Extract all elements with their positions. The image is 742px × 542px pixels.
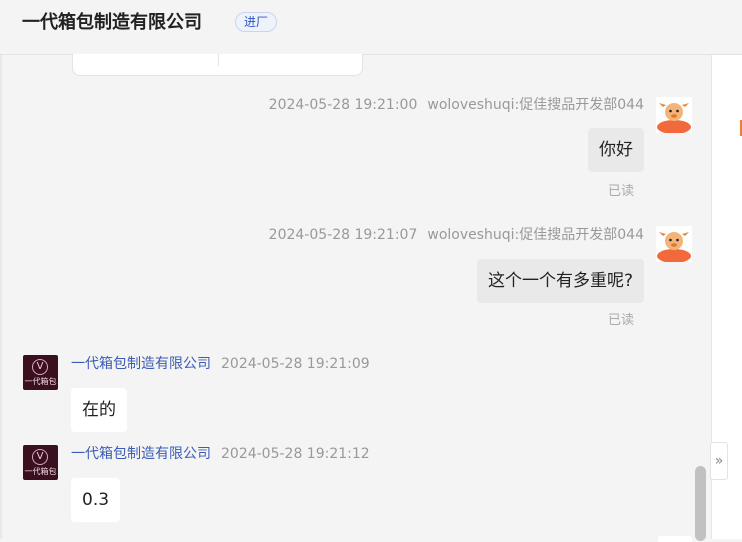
message-bubble[interactable]: 这个一个有多重呢? (476, 259, 644, 303)
partial-avatar (658, 536, 692, 542)
message-timestamp: 2024-05-28 19:21:00 (268, 97, 418, 113)
message-sender[interactable]: 一代箱包制造有限公司 (71, 446, 211, 462)
company-avatar-label: 一代箱包 (24, 467, 57, 476)
company-avatar: V 一代箱包 (23, 355, 58, 390)
scrollbar-thumb[interactable] (695, 466, 706, 541)
read-status: 已读 (607, 313, 634, 328)
message-bubble[interactable]: 你好 (588, 128, 644, 172)
message-bubble[interactable]: 在的 (71, 388, 127, 432)
logo-glyph: V (36, 361, 44, 372)
message-meta: 2024-05-28 19:21:00 woloveshuqi:促佳搜品开发部04… (269, 96, 644, 114)
chat-header: 一代箱包制造有限公司 进厂 (0, 0, 742, 55)
user-avatar (656, 97, 692, 133)
message-sender: woloveshuqi:促佳搜品开发部044 (427, 97, 644, 113)
user-avatar (656, 226, 692, 262)
message-meta: 一代箱包制造有限公司 2024-05-28 19:21:09 (71, 355, 370, 373)
message-meta: 一代箱包制造有限公司 2024-05-28 19:21:12 (71, 445, 370, 463)
card-divider (218, 54, 219, 66)
message-timestamp: 2024-05-28 19:21:12 (221, 446, 370, 462)
message-bubble[interactable]: 0.3 (71, 478, 121, 522)
company-avatar: V 一代箱包 (23, 445, 58, 480)
company-avatar-label: 一代箱包 (24, 377, 57, 386)
message-meta: 2024-05-28 19:21:07 woloveshuqi:促佳搜品开发部04… (269, 226, 644, 244)
previous-message-card (72, 54, 363, 76)
left-divider (0, 54, 2, 539)
message-sender[interactable]: 一代箱包制造有限公司 (71, 356, 211, 372)
read-status: 已读 (607, 184, 634, 199)
message-timestamp: 2024-05-28 19:21:09 (221, 356, 370, 372)
logo-glyph: V (36, 451, 44, 462)
expand-panel-icon[interactable]: » (710, 442, 728, 480)
enter-factory-badge[interactable]: 进厂 (235, 12, 278, 32)
message-sender: woloveshuqi:促佳搜品开发部044 (427, 227, 644, 243)
chat-title: 一代箱包制造有限公司 (22, 12, 202, 33)
message-timestamp: 2024-05-28 19:21:07 (268, 227, 418, 243)
